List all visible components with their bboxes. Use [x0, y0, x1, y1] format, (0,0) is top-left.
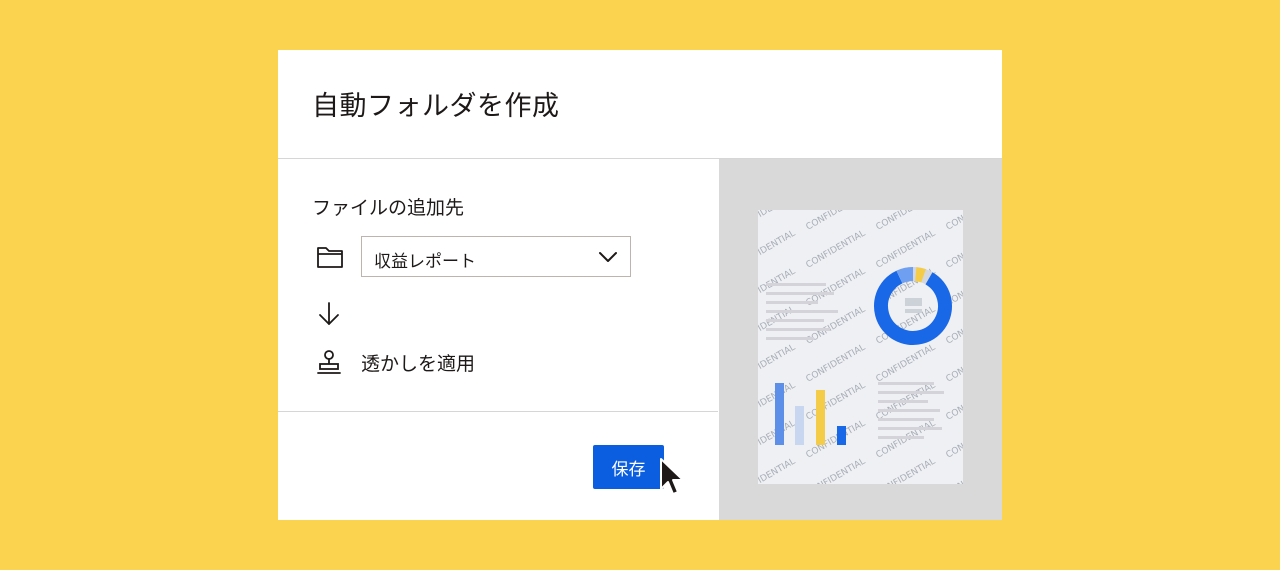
watermark-text: CONFIDENTIAL: [805, 229, 868, 271]
watermark-text: CONFIDENTIAL: [758, 229, 797, 271]
preview-panel: CONFIDENTIAL CONFIDENTIAL CONFIDENTIAL CONF…: [719, 159, 1002, 520]
watermark-text: CONFIDENTIAL: [875, 210, 938, 233]
save-button[interactable]: 保存: [593, 445, 664, 489]
watermark-text: CONFIDENTIAL: [945, 229, 964, 271]
watermark-text: CONFIDENTIAL: [805, 210, 868, 233]
cursor-icon: [660, 458, 684, 495]
watermark-text: CONFIDENTIAL: [805, 343, 868, 385]
watermark-text: CONFIDENTIAL: [805, 457, 868, 484]
apply-watermark-label: 透かしを適用: [361, 353, 476, 375]
watermark-text: CONFIDENTIAL: [945, 381, 964, 423]
destination-label: ファイルの追加先: [312, 197, 465, 219]
document-preview-graphic: CONFIDENTIAL CONFIDENTIAL CONFIDENTIAL CONF…: [758, 210, 963, 484]
chevron-down-icon: [599, 252, 617, 262]
watermark-text: CONFIDENTIAL: [805, 419, 868, 461]
watermark-layer: CONFIDENTIAL CONFIDENTIAL CONFIDENTIAL CONF…: [758, 210, 963, 484]
dialog-title: 自動フォルダを作成: [312, 91, 560, 122]
watermark-text: CONFIDENTIAL: [875, 343, 938, 385]
watermark-text: CONFIDENTIAL: [875, 457, 938, 484]
watermark-text: CONFIDENTIAL: [875, 419, 938, 461]
watermark-text: CONFIDENTIAL: [945, 419, 964, 461]
watermark-text: CONFIDENTIAL: [875, 229, 938, 271]
watermark-text: CONFIDENTIAL: [758, 343, 797, 385]
arrow-down-icon: [319, 302, 339, 325]
watermark-text: CONFIDENTIAL: [758, 457, 797, 484]
folder-select[interactable]: 収益レポート: [361, 236, 631, 277]
watermark-text: CONFIDENTIAL: [945, 457, 964, 484]
create-auto-folder-dialog: 自動フォルダを作成 ファイルの追加先 収益レポート 透かしを適用 保存 CONF…: [278, 50, 1002, 520]
watermark-text: CONFIDENTIAL: [945, 210, 964, 233]
watermark-text: CONFIDENTIAL: [945, 343, 964, 385]
watermark-text: CONFIDENTIAL: [805, 381, 868, 423]
stamp-icon: [317, 350, 341, 374]
footer-divider: [278, 411, 718, 412]
folder-icon: [317, 247, 343, 268]
document-preview: CONFIDENTIAL CONFIDENTIAL CONFIDENTIAL CONF…: [758, 210, 963, 484]
folder-select-value: 収益レポート: [374, 252, 476, 272]
dialog-header: 自動フォルダを作成: [278, 50, 1002, 159]
settings-panel: ファイルの追加先 収益レポート 透かしを適用 保存: [278, 159, 718, 520]
